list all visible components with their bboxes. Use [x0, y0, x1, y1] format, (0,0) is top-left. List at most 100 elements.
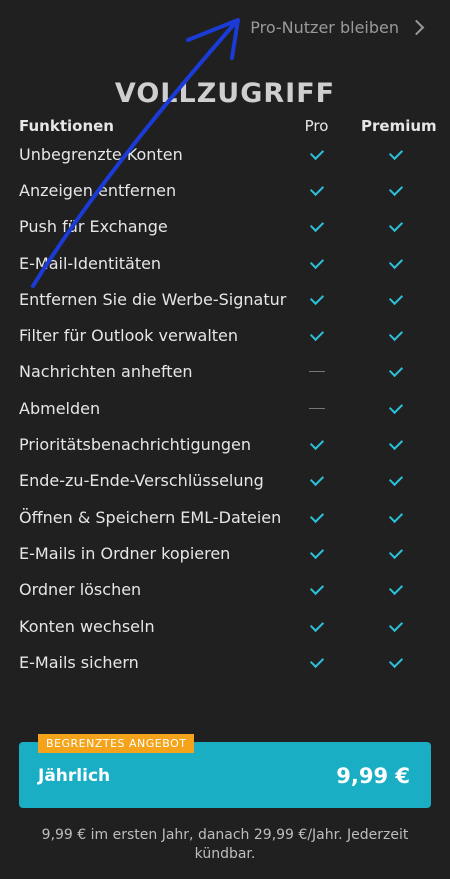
premium-cell — [361, 290, 431, 305]
check-icon — [309, 290, 324, 305]
premium-cell — [361, 181, 431, 197]
feature-row: Entfernen Sie die Werbe-Signatur — [19, 281, 431, 317]
pro-cell — [294, 653, 339, 668]
pro-cell — [294, 407, 339, 409]
premium-cell — [361, 254, 431, 269]
check-icon — [388, 145, 404, 160]
page-title: VOLLZUGRIFF — [114, 78, 336, 109]
pro-cell — [294, 327, 339, 342]
premium-cell — [361, 435, 431, 451]
check-icon — [388, 181, 404, 197]
feature-row: Öffnen & Speichern EML-Dateien — [19, 499, 431, 535]
check-icon — [309, 327, 324, 342]
check-icon — [309, 435, 324, 451]
feature-label: Unbegrenzte Konten — [19, 144, 183, 164]
header-features: Funktionen — [19, 117, 114, 135]
check-icon — [388, 544, 404, 559]
check-icon — [388, 435, 404, 451]
check-icon — [388, 290, 404, 305]
feature-label: Filter für Outlook verwalten — [19, 326, 239, 346]
feature-row: Filter für Outlook verwalten — [19, 317, 431, 353]
check-icon — [388, 363, 404, 378]
pro-cell — [294, 181, 339, 197]
pro-cell — [294, 371, 339, 373]
check-icon — [309, 544, 324, 559]
pricing-note: 9,99 € im ersten Jahr, danach 29,99 €/Ja… — [41, 827, 409, 862]
premium-cell — [361, 653, 431, 668]
feature-label: Nachrichten anheften — [19, 362, 193, 382]
check-icon — [388, 254, 404, 269]
check-icon — [309, 218, 324, 233]
check-icon — [309, 617, 324, 632]
feature-row: E-Mails sichern — [19, 644, 431, 680]
premium-cell — [361, 472, 431, 487]
check-icon — [388, 581, 404, 596]
feature-row: Nachrichten anheften — [19, 354, 431, 390]
header-pro: Pro — [304, 117, 329, 135]
feature-row: E-Mails in Ordner kopieren — [19, 535, 431, 571]
feature-label: Prioritätsbenachrichtigungen — [19, 435, 252, 455]
chevron-right-icon — [408, 19, 425, 36]
feature-row: Anzeigen entfernen — [19, 172, 431, 208]
pro-cell — [294, 145, 339, 160]
premium-cell — [361, 544, 431, 559]
feature-row: Abmelden — [19, 390, 431, 426]
feature-row: Konten wechseln — [19, 608, 431, 644]
dash-icon — [308, 407, 325, 409]
feature-row: E-Mail-Identitäten — [19, 245, 431, 281]
feature-row: Push für Exchange — [19, 209, 431, 245]
feature-label: Entfernen Sie die Werbe-Signatur — [19, 289, 287, 309]
feature-label: E-Mail-Identitäten — [19, 253, 162, 273]
table-header: Funktionen Pro Premium — [19, 116, 437, 136]
premium-cell — [361, 218, 431, 233]
pro-cell — [294, 508, 339, 523]
stay-pro-label: Pro-Nutzer bleiben — [250, 18, 399, 37]
pro-cell — [294, 290, 339, 305]
check-icon — [309, 145, 324, 160]
check-icon — [309, 653, 324, 668]
feature-label: Abmelden — [19, 398, 101, 418]
check-icon — [388, 508, 404, 523]
premium-cell — [361, 508, 431, 523]
premium-cell — [361, 327, 431, 342]
check-icon — [388, 472, 404, 487]
pro-cell — [294, 581, 339, 596]
yearly-plan-button[interactable]: BEGRENZTES ANGEBOT Jährlich 9,99 € — [19, 734, 431, 808]
premium-cell — [361, 145, 431, 160]
premium-cell — [361, 399, 431, 414]
plan-name: Jährlich — [38, 766, 111, 786]
check-icon — [388, 617, 404, 632]
feature-row: Prioritätsbenachrichtigungen — [19, 426, 431, 462]
feature-label: Ordner löschen — [19, 580, 142, 600]
check-icon — [309, 472, 324, 487]
plan-price: 9,99 € — [336, 764, 410, 788]
feature-label: Anzeigen entfernen — [19, 180, 177, 200]
feature-row: Ende-zu-Ende-Verschlüsselung — [19, 463, 431, 499]
feature-label: E-Mails sichern — [19, 652, 139, 672]
pro-cell — [294, 544, 339, 559]
feature-label: Öffnen & Speichern EML-Dateien — [19, 507, 282, 527]
feature-table: Unbegrenzte Konten Anzeigen entfernen Push… — [19, 136, 431, 680]
stay-pro-link[interactable]: Pro-Nutzer bleiben — [250, 18, 425, 37]
premium-cell — [361, 363, 431, 378]
pro-cell — [294, 472, 339, 487]
dash-icon — [308, 371, 325, 373]
feature-label: Konten wechseln — [19, 616, 155, 636]
pro-cell — [294, 218, 339, 233]
limited-offer-badge: BEGRENZTES ANGEBOT — [38, 734, 195, 753]
check-icon — [309, 508, 324, 523]
check-icon — [388, 399, 404, 414]
feature-row: Unbegrenzte Konten — [19, 136, 431, 172]
feature-label: Ende-zu-Ende-Verschlüsselung — [19, 471, 264, 491]
feature-row: Ordner löschen — [19, 572, 431, 608]
check-icon — [388, 327, 404, 342]
check-icon — [388, 653, 404, 668]
feature-label: E-Mails in Ordner kopieren — [19, 543, 231, 563]
check-icon — [388, 218, 404, 233]
check-icon — [309, 254, 324, 269]
pro-cell — [294, 617, 339, 632]
premium-cell — [361, 581, 431, 596]
feature-label: Push für Exchange — [19, 217, 168, 237]
header-premium: Premium — [361, 117, 437, 135]
check-icon — [309, 581, 324, 596]
